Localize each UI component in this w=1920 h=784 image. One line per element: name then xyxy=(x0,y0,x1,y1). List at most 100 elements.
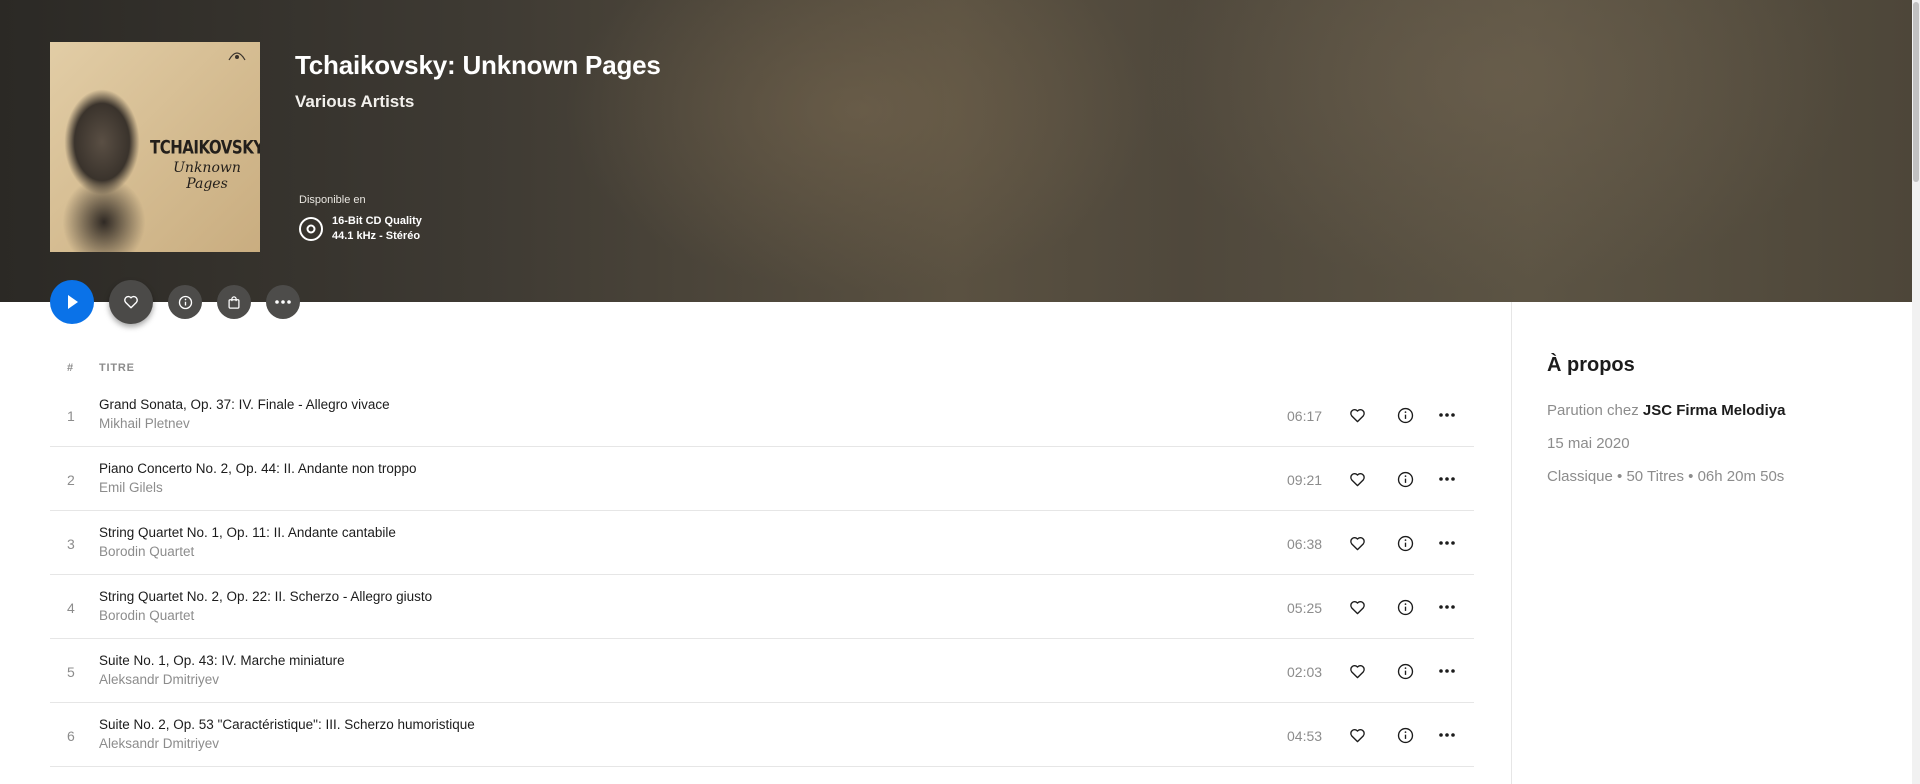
play-icon xyxy=(68,295,78,309)
track-artist[interactable]: Aleksandr Dmitriyev xyxy=(99,736,219,751)
more-icon xyxy=(1439,541,1455,545)
track-info-button[interactable] xyxy=(1394,532,1416,554)
track-duration: 05:25 xyxy=(1287,600,1323,616)
track-artist[interactable]: Mikhail Pletnev xyxy=(99,416,190,431)
info-icon xyxy=(178,295,192,309)
heart-icon xyxy=(1349,728,1365,742)
track-artist[interactable]: Borodin Quartet xyxy=(99,544,194,559)
more-icon xyxy=(1439,477,1455,481)
track-title[interactable]: String Quartet No. 1, Op. 11: II. Andant… xyxy=(99,525,396,540)
label-logo-icon xyxy=(228,52,246,61)
track-artist[interactable]: Aleksandr Dmitriyev xyxy=(99,672,219,687)
heart-icon xyxy=(124,295,138,309)
track-number: 1 xyxy=(67,408,75,424)
shopping-bag-icon xyxy=(228,295,240,309)
about-panel: À propos Parution chez JSC Firma Melodiy… xyxy=(1511,302,1912,784)
track-number: 6 xyxy=(67,728,75,744)
track-duration: 09:21 xyxy=(1287,472,1323,488)
album-meta: Classique • 50 Titres • 06h 20m 50s xyxy=(1547,468,1785,485)
track-more-button[interactable] xyxy=(1436,660,1458,682)
track-favorite-button[interactable] xyxy=(1346,660,1368,682)
track-more-button[interactable] xyxy=(1436,404,1458,426)
cover-subtitle: Unknown Pages xyxy=(173,160,241,192)
heart-icon xyxy=(1349,408,1365,422)
info-icon xyxy=(1397,599,1413,615)
track-info-button[interactable] xyxy=(1394,596,1416,618)
track-more-button[interactable] xyxy=(1436,468,1458,490)
track-favorite-button[interactable] xyxy=(1346,468,1368,490)
portrait-illustration xyxy=(50,72,164,252)
info-icon xyxy=(1397,407,1413,423)
album-cover[interactable]: TCHAIKOVSKY Unknown Pages xyxy=(50,42,260,252)
track-title[interactable]: String Quartet No. 2, Op. 22: II. Scherz… xyxy=(99,589,432,604)
track-row[interactable]: 1 Grand Sonata, Op. 37: IV. Finale - All… xyxy=(50,383,1474,447)
track-favorite-button[interactable] xyxy=(1346,596,1368,618)
more-icon xyxy=(275,300,291,304)
track-title[interactable]: Suite No. 2, Op. 53 "Caractéristique": I… xyxy=(99,717,475,732)
track-info-button[interactable] xyxy=(1394,468,1416,490)
cover-title: TCHAIKOVSKY xyxy=(150,135,260,159)
track-info-button[interactable] xyxy=(1394,404,1416,426)
info-icon xyxy=(1397,471,1413,487)
album-info-button[interactable] xyxy=(168,285,202,319)
heart-icon xyxy=(1349,600,1365,614)
track-more-button[interactable] xyxy=(1436,532,1458,554)
more-icon xyxy=(1439,413,1455,417)
quality-badge: 16-Bit CD Quality 44.1 kHz - Stéréo xyxy=(298,214,422,244)
track-more-button[interactable] xyxy=(1436,724,1458,746)
track-title[interactable]: Grand Sonata, Op. 37: IV. Finale - Alleg… xyxy=(99,397,390,412)
cd-icon xyxy=(299,217,323,241)
heart-icon xyxy=(1349,664,1365,678)
availability-label: Disponible en xyxy=(299,194,366,206)
buy-button[interactable] xyxy=(217,285,251,319)
track-favorite-button[interactable] xyxy=(1346,724,1368,746)
release-date: 15 mai 2020 xyxy=(1547,435,1630,452)
track-artist[interactable]: Borodin Quartet xyxy=(99,608,194,623)
track-duration: 02:03 xyxy=(1287,664,1323,680)
info-icon xyxy=(1397,727,1413,743)
track-list: 1 Grand Sonata, Op. 37: IV. Finale - All… xyxy=(50,383,1474,767)
album-artist-link[interactable]: Various Artists xyxy=(295,92,414,112)
about-title: À propos xyxy=(1547,354,1635,376)
about-label-line: Parution chez JSC Firma Melodiya xyxy=(1547,402,1785,419)
album-title: Tchaikovsky: Unknown Pages xyxy=(295,50,661,80)
favorite-button[interactable] xyxy=(109,280,153,324)
more-icon xyxy=(1439,669,1455,673)
track-row[interactable]: 6 Suite No. 2, Op. 53 "Caractéristique":… xyxy=(50,703,1474,767)
scrollbar-thumb[interactable] xyxy=(1913,2,1919,182)
quality-samplerate: 44.1 kHz - Stéréo xyxy=(332,230,421,242)
record-label-link[interactable]: JSC Firma Melodiya xyxy=(1643,402,1786,419)
track-row[interactable]: 2 Piano Concerto No. 2, Op. 44: II. Anda… xyxy=(50,447,1474,511)
track-duration: 06:17 xyxy=(1287,408,1323,424)
track-table-header: # TITRE xyxy=(50,362,1474,376)
track-favorite-button[interactable] xyxy=(1346,404,1368,426)
track-row[interactable]: 4 String Quartet No. 2, Op. 22: II. Sche… xyxy=(50,575,1474,639)
track-title[interactable]: Piano Concerto No. 2, Op. 44: II. Andant… xyxy=(99,461,416,476)
track-number: 5 xyxy=(67,664,75,680)
more-options-button[interactable] xyxy=(266,285,300,319)
track-title[interactable]: Suite No. 1, Op. 43: IV. Marche miniatur… xyxy=(99,653,345,668)
track-more-button[interactable] xyxy=(1436,596,1458,618)
info-icon xyxy=(1397,663,1413,679)
track-number: 4 xyxy=(67,600,75,616)
track-row[interactable]: 5 Suite No. 1, Op. 43: IV. Marche miniat… xyxy=(50,639,1474,703)
column-title-header: TITRE xyxy=(99,362,135,374)
heart-icon xyxy=(1349,472,1365,486)
column-number-header: # xyxy=(67,362,74,374)
quality-bitdepth: 16-Bit CD Quality xyxy=(332,215,422,227)
track-duration: 06:38 xyxy=(1287,536,1323,552)
track-info-button[interactable] xyxy=(1394,724,1416,746)
label-prefix: Parution chez xyxy=(1547,402,1639,419)
track-number: 2 xyxy=(67,472,75,488)
track-favorite-button[interactable] xyxy=(1346,532,1368,554)
track-artist[interactable]: Emil Gilels xyxy=(99,480,163,495)
more-icon xyxy=(1439,605,1455,609)
track-duration: 04:53 xyxy=(1287,728,1323,744)
play-button[interactable] xyxy=(50,280,94,324)
track-row[interactable]: 3 String Quartet No. 1, Op. 11: II. Anda… xyxy=(50,511,1474,575)
track-info-button[interactable] xyxy=(1394,660,1416,682)
info-icon xyxy=(1397,535,1413,551)
track-number: 3 xyxy=(67,536,75,552)
heart-icon xyxy=(1349,536,1365,550)
more-icon xyxy=(1439,733,1455,737)
